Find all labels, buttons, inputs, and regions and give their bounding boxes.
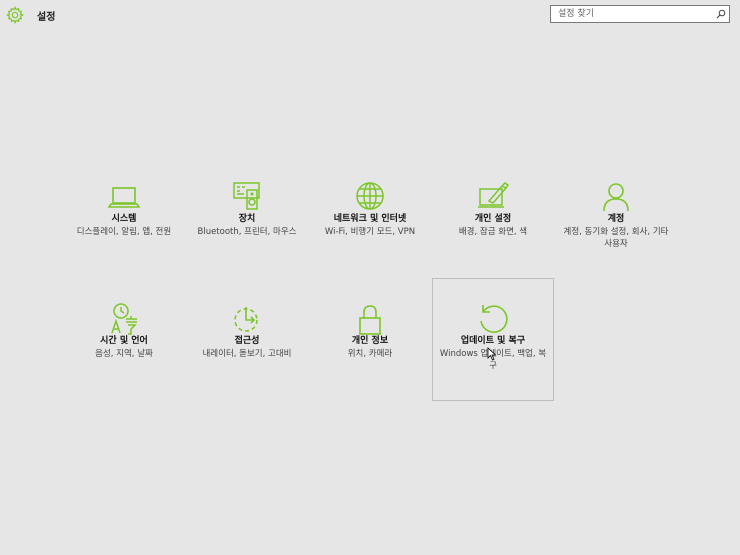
category-description: 음성, 지역, 날짜 (95, 349, 153, 359)
category-description: Wi-Fi, 비행기 모드, VPN (324, 227, 416, 237)
category-description: Bluetooth, 프린터, 마우스 (197, 227, 297, 237)
category-ease-of-access[interactable]: 접근성 내레이터, 돋보기, 고대비 (186, 300, 308, 422)
category-description: 디스플레이, 알림, 앱, 전원 (76, 227, 172, 237)
mouse-cursor-icon (487, 347, 497, 361)
category-description: 위치, 카메라 (347, 349, 393, 359)
category-label: 시스템 (111, 214, 137, 224)
search-icon[interactable] (716, 9, 726, 19)
search-box[interactable] (550, 5, 730, 23)
category-description: 내레이터, 돋보기, 고대비 (202, 349, 292, 359)
gear-icon (6, 6, 24, 24)
category-accounts[interactable]: 계정 계정, 동기화 설정, 회사, 기타 사용자 (555, 178, 677, 300)
category-label: 접근성 (234, 336, 260, 346)
category-devices[interactable]: 장치 Bluetooth, 프린터, 마우스 (186, 178, 308, 300)
category-label: 장치 (238, 214, 256, 224)
category-network[interactable]: 네트워크 및 인터넷 Wi-Fi, 비행기 모드, VPN (309, 178, 431, 300)
category-description: 계정, 동기화 설정, 회사, 기타 사용자 (563, 227, 669, 249)
category-label: 개인 설정 (474, 214, 512, 224)
category-system[interactable]: 시스템 디스플레이, 알림, 앱, 전원 (63, 178, 185, 300)
category-update-recovery[interactable]: 업데이트 및 복구 Windows 업데이트, 백업, 복구 (432, 278, 554, 401)
category-label: 개인 정보 (351, 336, 389, 346)
app-title: 설정 (37, 12, 56, 23)
category-description: 배경, 잠금 화면, 색 (458, 227, 528, 237)
category-privacy[interactable]: 개인 정보 위치, 카메라 (309, 300, 431, 422)
category-label: 시간 및 언어 (100, 336, 148, 346)
category-label: 네트워크 및 인터넷 (333, 214, 407, 224)
title-bar: 설정 (0, 0, 740, 30)
category-label: 계정 (607, 214, 625, 224)
category-time-language[interactable]: 시간 및 언어 음성, 지역, 날짜 (63, 300, 185, 422)
category-label: 업데이트 및 복구 (460, 336, 526, 346)
search-input[interactable] (551, 6, 711, 22)
